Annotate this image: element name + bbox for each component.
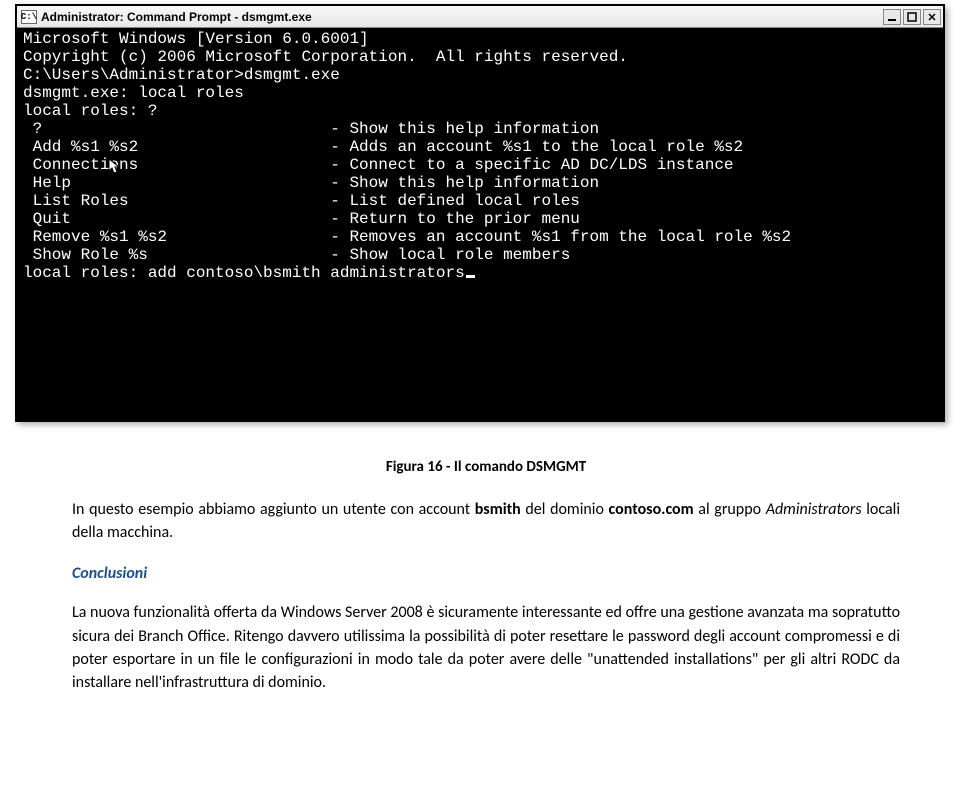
window-title: Administrator: Command Prompt - dsmgmt.e…	[41, 10, 883, 24]
terminal-line: Remove %s1 %s2 - Removes an account %s1 …	[23, 228, 937, 246]
terminal-line	[23, 354, 937, 372]
terminal-line	[23, 300, 937, 318]
paragraph-conclusions: La nuova funzionalità offerta da Windows…	[72, 601, 900, 694]
text-cursor	[466, 275, 475, 278]
text-run: al gruppo	[694, 500, 766, 519]
terminal-line	[23, 318, 937, 336]
terminal-line: local roles: add contoso\bsmith administ…	[23, 264, 937, 282]
section-heading-conclusioni: Conclusioni	[72, 564, 900, 583]
account-name: bsmith	[475, 500, 521, 519]
terminal-line	[23, 282, 937, 300]
terminal-line: local roles: ?	[23, 102, 937, 120]
terminal-line: dsmgmt.exe: local roles	[23, 84, 937, 102]
minimize-button[interactable]	[883, 9, 901, 25]
paragraph-example: In questo esempio abbiamo aggiunto un ut…	[72, 498, 900, 544]
window-control-buttons	[883, 9, 941, 25]
group-name: Administrators	[766, 500, 862, 519]
terminal-line	[23, 336, 937, 354]
terminal-line: Connections - Connect to a specific AD D…	[23, 156, 734, 174]
terminal-line: Quit - Return to the prior menu	[23, 210, 937, 228]
terminal-line: ? - Show this help information	[23, 120, 937, 138]
terminal-line: C:\Users\Administrator>dsmgmt.exe	[23, 66, 937, 84]
document-content: Figura 16 - Il comando DSMGMT In questo …	[40, 422, 920, 744]
terminal-line: Copyright (c) 2006 Microsoft Corporation…	[23, 48, 937, 66]
terminal-output[interactable]: Microsoft Windows [Version 6.0.6001]Copy…	[17, 28, 943, 420]
terminal-line: Microsoft Windows [Version 6.0.6001]	[23, 30, 937, 48]
app-icon: C:\	[21, 10, 37, 24]
domain-name: contoso.com	[609, 500, 694, 519]
maximize-button[interactable]	[903, 9, 921, 25]
terminal-line: Help - Show this help information	[23, 174, 937, 192]
window-titlebar[interactable]: C:\ Administrator: Command Prompt - dsmg…	[17, 6, 943, 28]
terminal-line: Add %s1 %s2 - Adds an account %s1 to the…	[23, 138, 937, 156]
command-prompt-window: C:\ Administrator: Command Prompt - dsmg…	[15, 4, 945, 422]
terminal-line: List Roles - List defined local roles	[23, 192, 937, 210]
close-button[interactable]	[923, 9, 941, 25]
text-run: del dominio	[521, 500, 609, 519]
terminal-line: Show Role %s - Show local role members	[23, 246, 937, 264]
text-run: In questo esempio abbiamo aggiunto un ut…	[72, 500, 475, 519]
figure-caption: Figura 16 - Il comando DSMGMT	[72, 458, 900, 476]
